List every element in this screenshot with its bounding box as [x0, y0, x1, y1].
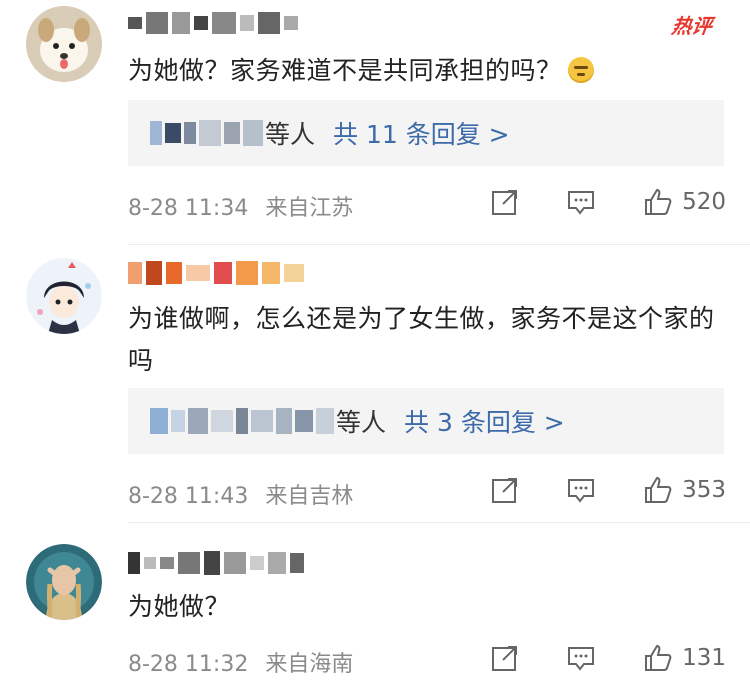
comment-icon	[568, 479, 595, 503]
comment-text: 为她做？家务难道不是共同承担的吗？	[128, 50, 720, 92]
comment-location: 来自江苏	[265, 196, 354, 221]
avatar[interactable]	[26, 258, 102, 334]
comment-text: 为她做？	[128, 592, 231, 621]
hot-comment-badge: 热评	[670, 14, 714, 38]
repost-button[interactable]	[490, 475, 520, 505]
comment-meta: 8-28 11:34 来自江苏	[128, 190, 353, 222]
reply-who-label: 等人	[336, 408, 387, 437]
comment-time: 8-28 11:34	[128, 196, 249, 221]
divider	[128, 244, 750, 245]
like-button[interactable]: 353	[642, 474, 726, 506]
comment-actions: 353	[444, 474, 726, 506]
comment-icon	[568, 191, 595, 215]
like-icon	[645, 476, 672, 503]
avatar[interactable]	[26, 544, 102, 620]
comment-text: 为谁做啊，怎么还是为了女生做，家务不是这个家的吗	[128, 304, 715, 375]
comment-icon	[568, 647, 595, 671]
comment-meta: 8-28 11:43 来自吉林	[128, 478, 353, 510]
username-masked[interactable]	[128, 550, 304, 576]
repost-button[interactable]	[490, 187, 520, 217]
comment-location: 来自吉林	[265, 484, 354, 509]
avatar[interactable]	[26, 6, 102, 82]
comment-meta: 8-28 11:32 来自海南	[128, 646, 353, 678]
like-icon	[645, 188, 672, 215]
like-button[interactable]: 520	[642, 186, 726, 218]
view-replies-link[interactable]: 共 11 条回复 >	[333, 115, 510, 151]
dog-avatar-icon	[26, 6, 102, 82]
repost-icon	[492, 478, 518, 503]
comment-time: 8-28 11:43	[128, 484, 249, 509]
view-replies-link[interactable]: 共 3 条回复 >	[404, 403, 565, 439]
reply-summary[interactable]: 等人 共 3 条回复 >	[128, 388, 724, 454]
repost-button[interactable]	[490, 643, 520, 673]
reply-who-label: 等人	[265, 120, 316, 149]
comment-actions: 520	[444, 186, 726, 218]
speechless-emoji-icon	[567, 57, 594, 83]
comment-button[interactable]	[566, 475, 596, 505]
reply-summary[interactable]: 等人 共 11 条回复 >	[128, 100, 724, 166]
username-masked[interactable]	[128, 10, 298, 36]
comment-time: 8-28 11:32	[128, 652, 249, 677]
cartoon-avatar-icon	[26, 258, 102, 334]
reply-usernames-masked	[150, 120, 263, 146]
like-count: 131	[682, 645, 726, 671]
repost-icon	[492, 190, 518, 215]
divider	[128, 522, 750, 523]
like-button[interactable]: 131	[642, 642, 726, 674]
photo-avatar-icon	[26, 544, 102, 620]
like-count: 353	[682, 477, 726, 503]
username-masked[interactable]	[128, 260, 304, 286]
comment-actions: 131	[444, 642, 726, 674]
like-icon	[645, 644, 672, 671]
comment-button[interactable]	[566, 643, 596, 673]
reply-usernames-masked	[150, 408, 334, 434]
comment-button[interactable]	[566, 187, 596, 217]
repost-icon	[492, 646, 518, 671]
like-count: 520	[682, 189, 726, 215]
comment-location: 来自海南	[265, 652, 354, 677]
